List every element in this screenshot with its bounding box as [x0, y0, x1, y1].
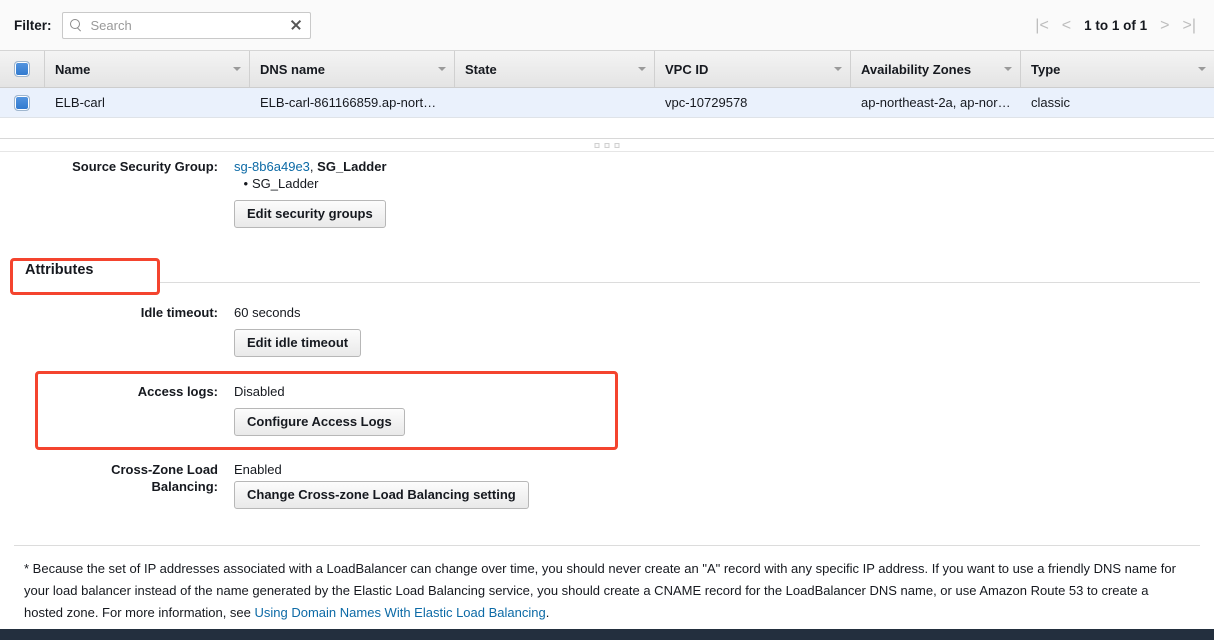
chevron-down-icon[interactable]	[834, 67, 842, 71]
configure-access-logs-button[interactable]: Configure Access Logs	[234, 408, 405, 436]
chevron-down-icon[interactable]	[438, 67, 446, 71]
attributes-title: Attributes	[25, 262, 94, 278]
edit-security-groups-button[interactable]: Edit security groups	[234, 200, 386, 228]
column-header-type-label: Type	[1031, 61, 1061, 77]
access-logs-label: Access logs:	[137, 384, 218, 399]
column-header-availability-zones[interactable]: Availability Zones	[850, 51, 1020, 87]
row-checkbox[interactable]	[14, 94, 30, 111]
next-page-button[interactable]: >	[1160, 17, 1169, 34]
first-page-button[interactable]: |<	[1035, 17, 1049, 34]
edit-idle-timeout-row: Edit idle timeout	[234, 329, 1214, 357]
table-row[interactable]: ELB-carl ELB-carl-861166859.ap-nort… vpc…	[0, 88, 1214, 118]
idle-timeout-field: Idle timeout: 60 seconds	[0, 304, 1214, 321]
source-security-group-value: sg-8b6a49e3, SG_Ladder	[234, 158, 387, 175]
column-header-vpc-id-label: VPC ID	[665, 61, 709, 77]
filter-label: Filter:	[14, 17, 52, 33]
column-header-type[interactable]: Type	[1020, 51, 1214, 87]
row-select-cell	[0, 94, 44, 111]
pagination: |< < 1 to 1 of 1 > >|	[1035, 0, 1196, 51]
attributes-divider	[160, 282, 1200, 283]
cross-zone-label-line1: Cross-Zone Load	[111, 462, 218, 477]
close-icon[interactable]	[289, 18, 303, 32]
chevron-down-icon[interactable]	[1198, 67, 1206, 71]
footer-note-text-2: .	[545, 605, 550, 620]
cell-dns-name: ELB-carl-861166859.ap-nort…	[260, 95, 437, 110]
idle-timeout-value: 60 seconds	[234, 305, 301, 320]
change-cross-zone-row: Change Cross-zone Load Balancing setting	[234, 481, 1214, 509]
load-balancers-table: Name DNS name State VPC ID Availability …	[0, 51, 1214, 118]
column-header-name[interactable]: Name	[44, 51, 249, 87]
access-logs-value: Disabled	[234, 384, 285, 399]
footer-note: * Because the set of IP addresses associ…	[24, 558, 1190, 624]
search-input[interactable]	[88, 16, 289, 34]
chevron-down-icon[interactable]	[638, 67, 646, 71]
cell-availability-zones: ap-northeast-2a, ap-nor…	[861, 95, 1011, 110]
column-header-vpc-id[interactable]: VPC ID	[654, 51, 850, 87]
filter-bar: Filter: |< < 1 to 1 of 1 > >|	[0, 0, 1214, 51]
security-group-link[interactable]: sg-8b6a49e3	[234, 159, 310, 174]
source-security-group-field: Source Security Group: sg-8b6a49e3, SG_L…	[0, 158, 1214, 175]
bottom-status-bar	[0, 629, 1214, 640]
cross-zone-value: Enabled	[234, 462, 282, 477]
column-header-state-label: State	[465, 61, 497, 77]
edit-security-groups-row: Edit security groups	[234, 200, 1214, 228]
chevron-down-icon[interactable]	[233, 67, 241, 71]
select-all-checkbox[interactable]	[14, 61, 30, 77]
bullet-glyph: •	[243, 176, 248, 191]
cell-name: ELB-carl	[55, 95, 105, 110]
cell-type: classic	[1031, 95, 1071, 110]
idle-timeout-label: Idle timeout:	[140, 305, 218, 320]
column-header-dns-name[interactable]: DNS name	[249, 51, 454, 87]
cell-state	[454, 88, 654, 117]
source-security-group-label: Source Security Group:	[72, 159, 218, 174]
search-icon	[69, 18, 83, 32]
search-box[interactable]	[61, 11, 311, 39]
security-group-bullet-item: • SG_Ladder	[234, 175, 1214, 193]
footer-divider	[14, 545, 1200, 546]
column-header-availability-zones-label: Availability Zones	[861, 61, 972, 77]
access-logs-field: Access logs: Disabled	[0, 383, 1214, 400]
drag-handle-icon[interactable]	[594, 143, 620, 148]
prev-page-button[interactable]: <	[1062, 17, 1071, 34]
security-group-name: SG_Ladder	[317, 159, 387, 174]
select-all-cell	[0, 61, 44, 77]
table-header-row: Name DNS name State VPC ID Availability …	[0, 51, 1214, 88]
security-group-bullet-label: SG_Ladder	[252, 176, 319, 191]
column-header-dns-name-label: DNS name	[260, 61, 326, 77]
cell-vpc-id: vpc-10729578	[665, 95, 748, 110]
pagination-count: 1 to 1 of 1	[1084, 18, 1148, 33]
aws-elb-console-screen: Filter: |< < 1 to 1 of 1 > >| Name DNS n…	[0, 0, 1214, 640]
change-cross-zone-button[interactable]: Change Cross-zone Load Balancing setting	[234, 481, 529, 509]
edit-idle-timeout-button[interactable]: Edit idle timeout	[234, 329, 362, 357]
last-page-button[interactable]: >|	[1183, 17, 1197, 34]
attributes-section-header: Attributes	[0, 261, 1214, 283]
column-header-state[interactable]: State	[454, 51, 654, 87]
load-balancer-detail-panel: Source Security Group: sg-8b6a49e3, SG_L…	[0, 152, 1214, 509]
domain-names-doc-link[interactable]: Using Domain Names With Elastic Load Bal…	[255, 605, 546, 620]
configure-access-logs-row: Configure Access Logs	[234, 408, 1214, 436]
source-security-group-separator: ,	[309, 159, 314, 174]
panel-splitter[interactable]	[0, 138, 1214, 152]
cross-zone-label: Cross-Zone Load Balancing:	[0, 461, 218, 495]
chevron-down-icon[interactable]	[1004, 67, 1012, 71]
footer-note-text-1: * Because the set of IP addresses associ…	[24, 561, 1176, 620]
cross-zone-label-line2: Balancing:	[151, 479, 218, 494]
column-header-name-label: Name	[55, 61, 91, 77]
